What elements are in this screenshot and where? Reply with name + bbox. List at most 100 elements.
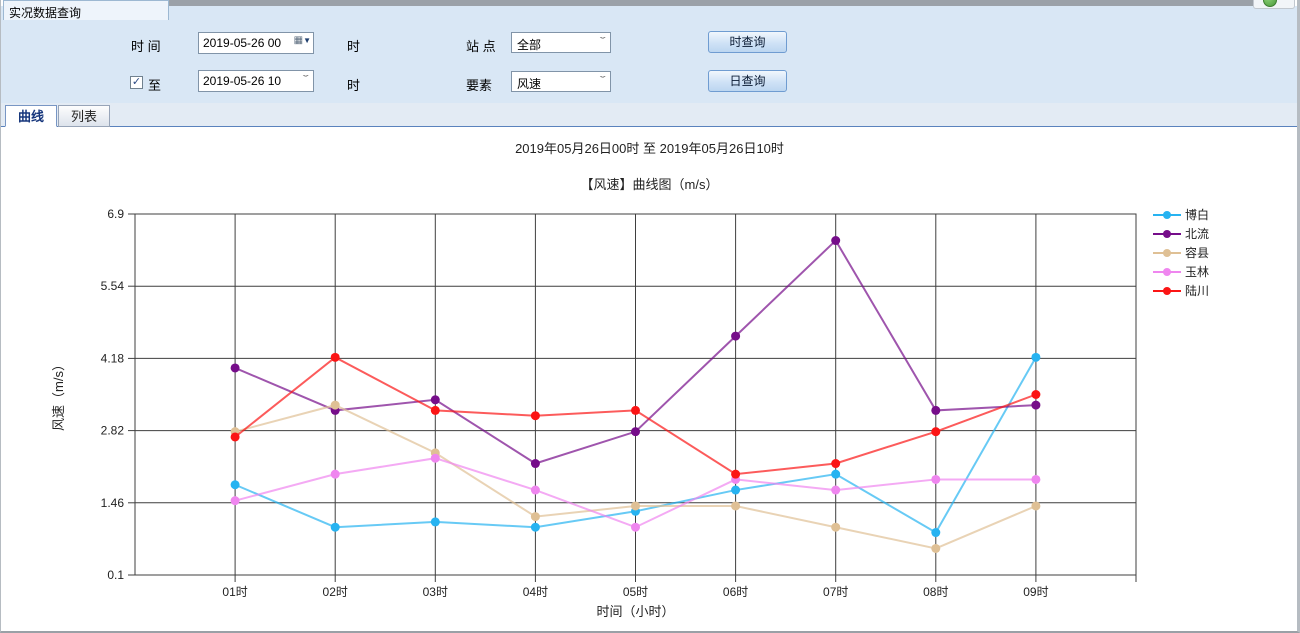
legend-label: 容县	[1185, 245, 1209, 260]
green-status-icon	[1263, 0, 1277, 7]
data-point	[631, 501, 640, 510]
data-point	[1031, 401, 1040, 410]
data-point	[231, 496, 240, 505]
x-axis-title: 时间（小时）	[596, 604, 674, 619]
legend-item-北流: 北流	[1153, 227, 1209, 241]
station-select[interactable]: 全部 ˇ	[511, 32, 611, 53]
wind-speed-line-chart: 0.11.462.824.185.546.901时02时03时04时05时06时…	[1, 128, 1298, 631]
end-time-input[interactable]: 2019-05-26 10 ˇ	[198, 70, 314, 92]
data-point	[931, 406, 940, 415]
legend-item-陆川: 陆川	[1153, 283, 1209, 298]
y-tick-label: 4.18	[101, 351, 125, 365]
view-tabbar: 曲线 列表	[1, 103, 1298, 127]
dropdown-arrow-icon[interactable]: ▼	[303, 36, 311, 45]
x-tick-label: 01时	[222, 585, 247, 599]
tab-list-label: 列表	[71, 109, 97, 124]
data-point	[831, 523, 840, 532]
hour-suffix-row1: 时	[347, 36, 360, 55]
time-label: 时 间	[131, 36, 161, 55]
x-tick-label: 02时	[323, 585, 348, 599]
data-point	[1031, 390, 1040, 399]
data-point	[731, 470, 740, 479]
legend-label: 玉林	[1185, 265, 1209, 279]
data-point	[731, 486, 740, 495]
y-tick-label: 0.1	[107, 568, 124, 582]
data-point	[431, 454, 440, 463]
data-point	[1031, 353, 1040, 362]
chart-panel: 2019年05月26日00时 至 2019年05月26日10时 【风速】曲线图（…	[1, 128, 1298, 631]
start-time-value: 2019-05-26 00	[203, 36, 281, 50]
data-point	[331, 470, 340, 479]
to-checkbox[interactable]: ✓	[130, 76, 143, 89]
data-point	[231, 363, 240, 372]
to-label: 至	[148, 75, 161, 94]
data-point	[731, 501, 740, 510]
data-point	[431, 406, 440, 415]
data-point	[631, 406, 640, 415]
data-point	[1031, 501, 1040, 510]
calendar-icon[interactable]: ▦	[294, 35, 303, 46]
data-point	[431, 517, 440, 526]
x-tick-label: 09时	[1023, 585, 1048, 599]
data-point	[431, 395, 440, 404]
y-tick-label: 1.46	[101, 496, 125, 510]
data-point	[331, 353, 340, 362]
browser-mini-tab[interactable]	[1253, 0, 1295, 9]
data-point	[931, 544, 940, 553]
data-point	[631, 427, 640, 436]
start-time-input[interactable]: 2019-05-26 00 ▦▼	[198, 32, 314, 54]
data-point	[531, 411, 540, 420]
data-point	[831, 236, 840, 245]
chevron-down-icon: ˇ	[303, 74, 309, 86]
tab-curve[interactable]: 曲线	[5, 105, 57, 127]
data-point	[531, 486, 540, 495]
data-point	[531, 512, 540, 521]
station-label: 站 点	[466, 36, 496, 55]
legend-label: 陆川	[1185, 283, 1209, 298]
legend-item-博白: 博白	[1153, 207, 1209, 222]
x-tick-label: 03时	[423, 585, 448, 599]
legend-label: 北流	[1185, 227, 1209, 241]
element-select[interactable]: 风速 ˇ	[511, 71, 611, 92]
y-tick-label: 2.82	[101, 424, 125, 438]
tab-live-data-query[interactable]: 实况数据查询	[3, 0, 169, 20]
grid: 0.11.462.824.185.546.901时02时03时04时05时06时…	[101, 207, 1136, 599]
station-value: 全部	[517, 38, 541, 52]
data-point	[831, 486, 840, 495]
y-tick-label: 5.54	[101, 279, 125, 293]
x-tick-label: 04时	[523, 585, 548, 599]
data-point	[531, 523, 540, 532]
data-point	[331, 401, 340, 410]
page-tab-label: 实况数据查询	[9, 6, 81, 20]
legend-item-容县: 容县	[1153, 245, 1209, 260]
data-point	[631, 523, 640, 532]
legend-label: 博白	[1185, 207, 1209, 222]
data-point	[931, 528, 940, 537]
check-icon: ✓	[132, 76, 141, 88]
data-point	[831, 459, 840, 468]
data-point	[1031, 475, 1040, 484]
browser-tab-strip	[169, 0, 1255, 6]
chevron-down-icon: ˇ	[600, 36, 606, 48]
chevron-down-icon: ˇ	[600, 75, 606, 87]
data-point	[931, 427, 940, 436]
data-point	[731, 332, 740, 341]
hour-query-button[interactable]: 时查询	[708, 31, 787, 53]
y-axis-title: 风速（m/s）	[51, 358, 66, 431]
query-form-panel: 时 间 2019-05-26 00 ▦▼ 时 站 点 全部 ˇ 时查询 ✓ 至 …	[1, 6, 1298, 103]
x-tick-label: 08时	[923, 585, 948, 599]
data-point	[831, 470, 840, 479]
element-value: 风速	[517, 77, 541, 91]
tab-list[interactable]: 列表	[58, 105, 110, 127]
legend: 博白北流容县玉林陆川	[1153, 207, 1209, 298]
y-tick-label: 6.9	[107, 207, 124, 221]
element-label: 要素	[466, 75, 492, 94]
hour-suffix-row2: 时	[347, 75, 360, 94]
x-tick-label: 05时	[623, 585, 648, 599]
data-point	[331, 523, 340, 532]
day-query-button[interactable]: 日查询	[708, 70, 787, 92]
data-point	[931, 475, 940, 484]
app-window: 实况数据查询 时 间 2019-05-26 00 ▦▼ 时 站 点 全部 ˇ 时…	[0, 0, 1300, 633]
legend-item-玉林: 玉林	[1153, 265, 1209, 279]
data-point	[231, 480, 240, 489]
